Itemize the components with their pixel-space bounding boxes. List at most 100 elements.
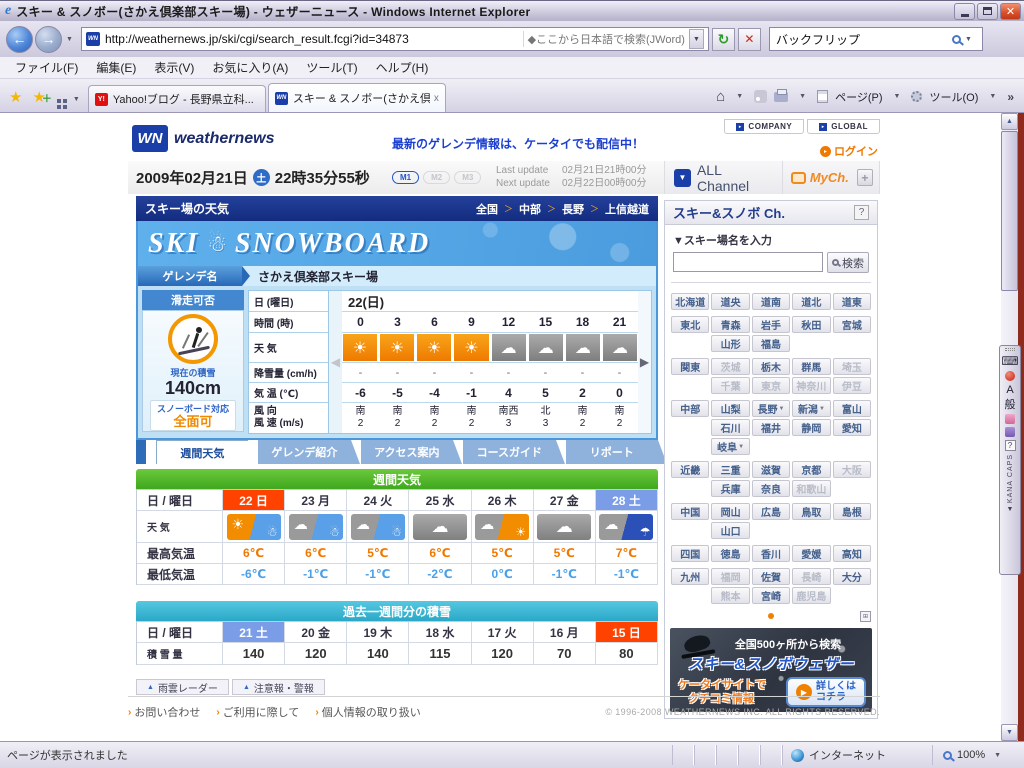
region-button[interactable]: 香川 — [751, 545, 791, 562]
region-button[interactable]: 島根 — [832, 503, 872, 520]
popout-icon[interactable]: ⊞ — [860, 611, 871, 622]
ski-search-input[interactable] — [673, 252, 823, 272]
browser-tab-active[interactable]: WN スキー & スノボー(さかえ倶... x — [267, 83, 446, 112]
mode-badge-m3[interactable]: M3 — [454, 171, 482, 184]
back-button[interactable]: ← — [6, 25, 33, 53]
region-button[interactable]: 長野 ▼ — [751, 400, 791, 417]
pager-dot-icon[interactable] — [768, 613, 774, 619]
url-field[interactable]: WN http://weathernews.jp/ski/cgi/search_… — [80, 27, 709, 51]
region-button[interactable]: 静岡 — [792, 419, 831, 436]
toggle-button[interactable]: ▲ 雨雲レーダー — [136, 679, 229, 695]
ime-language-bar[interactable]: ⌨ A 般 ? CAPS KANA ▼ — [999, 345, 1021, 575]
ski-search-button[interactable]: 検索 — [827, 252, 869, 273]
region-button[interactable]: 富山 — [832, 400, 872, 417]
region-button[interactable]: 九州 — [671, 568, 710, 585]
region-button[interactable]: 四国 — [671, 545, 710, 562]
stop-button[interactable]: ✕ — [737, 27, 761, 51]
quick-tabs-icon[interactable]: ▼ — [51, 96, 88, 112]
zoom-control[interactable]: 100% ▼ — [932, 745, 1024, 765]
ime-minimize-icon[interactable]: ▼ — [1007, 506, 1014, 513]
content-tab[interactable]: ゲレンデ紹介 — [258, 440, 361, 464]
region-button[interactable]: 福島 — [751, 335, 791, 352]
region-button[interactable]: 愛媛 — [792, 545, 831, 562]
region-button[interactable]: 関東 — [671, 358, 710, 375]
region-button[interactable]: 佐賀 — [751, 568, 791, 585]
favorites-star-icon[interactable]: ★ — [4, 88, 27, 112]
region-button[interactable]: 鳥取 — [792, 503, 831, 520]
company-button[interactable]: ▸ COMPANY — [724, 119, 805, 134]
menu-item[interactable]: 表示(V) — [145, 57, 203, 78]
region-button[interactable]: 新潟 ▼ — [792, 400, 831, 417]
zoom-dropdown-icon[interactable]: ▼ — [990, 752, 1005, 759]
page-menu[interactable]: ページ(P) — [835, 89, 882, 105]
tab-label[interactable]: スキー & スノボー(さかえ倶... — [293, 90, 430, 106]
breadcrumb-item[interactable]: 全国 — [476, 201, 498, 217]
add-favorite-icon[interactable]: ★ ＋ — [27, 88, 51, 112]
region-button[interactable]: 北海道 — [671, 293, 710, 310]
all-channel-button[interactable]: ▼ ALL Channel — [665, 161, 782, 194]
region-button[interactable]: 奈良 — [751, 480, 791, 497]
region-button[interactable]: 山口 — [711, 522, 750, 539]
region-button[interactable]: 三重 — [711, 461, 750, 478]
ime-tools-icon[interactable] — [1005, 427, 1015, 437]
content-tab-active[interactable]: 週間天気 — [155, 440, 257, 465]
toggle-button[interactable]: ▲ 注意報・警報 — [231, 679, 325, 695]
region-button[interactable]: 秋田 — [792, 316, 831, 333]
region-button[interactable]: 福井 — [751, 419, 791, 436]
global-button[interactable]: ▸ GLOBAL — [807, 119, 880, 134]
login-link[interactable]: ▸ ログイン — [820, 143, 878, 159]
home-icon[interactable]: ⌂ — [716, 88, 725, 105]
region-button[interactable]: 近畿 — [671, 461, 710, 478]
region-button[interactable]: 滋賀 — [751, 461, 791, 478]
home-dropdown-icon[interactable]: ▼ — [732, 93, 747, 100]
tools-gear-icon[interactable] — [911, 91, 923, 102]
weathernews-logo[interactable]: WN weathernews — [132, 125, 274, 152]
my-channel-button[interactable]: MyCh. — [781, 161, 857, 194]
scroll-right-arrow[interactable]: ▶ — [638, 291, 651, 433]
menu-item[interactable]: ヘルプ(H) — [367, 57, 438, 78]
region-button[interactable]: 京都 — [792, 461, 831, 478]
region-button[interactable]: 宮崎 — [751, 587, 791, 604]
print-icon[interactable] — [774, 88, 789, 102]
toolbar-overflow-icon[interactable]: » — [1007, 90, 1014, 104]
url-text[interactable]: http://weathernews.jp/ski/cgi/search_res… — [105, 32, 523, 46]
search-input[interactable]: バックフリップ — [776, 31, 952, 48]
breadcrumb-item[interactable]: 中部 — [519, 201, 541, 217]
menu-item[interactable]: お気に入り(A) — [203, 57, 297, 78]
region-button[interactable]: 中国 — [671, 503, 710, 520]
keyboard-icon[interactable]: ⌨ — [1001, 354, 1018, 368]
menu-item[interactable]: ファイル(F) — [6, 57, 87, 78]
maximize-button[interactable] — [977, 2, 998, 20]
help-button[interactable]: ? — [854, 205, 869, 220]
search-magnifier-icon[interactable] — [952, 34, 961, 44]
region-button[interactable]: 徳島 — [711, 545, 750, 562]
footer-link[interactable]: › ご利用に際して — [216, 704, 299, 720]
menu-item[interactable]: ツール(T) — [297, 57, 366, 78]
browser-tab-inactive[interactable]: Y! Yahoo!ブログ - 長野県立科... — [87, 85, 266, 112]
scroll-up-icon[interactable]: ▲ — [1001, 113, 1018, 130]
ime-input-mode[interactable]: A — [1006, 384, 1013, 396]
region-button[interactable]: 岩手 — [751, 316, 791, 333]
refresh-button[interactable]: ↻ — [711, 27, 735, 51]
tab-label[interactable]: Yahoo!ブログ - 長野県立科... — [113, 91, 259, 107]
region-button[interactable]: 道南 — [751, 293, 791, 310]
tools-dropdown-icon[interactable]: ▼ — [985, 93, 1000, 100]
region-button[interactable]: 山形 — [711, 335, 750, 352]
scroll-left-arrow[interactable]: ◀ — [329, 291, 342, 433]
ime-help-icon[interactable]: ? — [1004, 440, 1016, 451]
breadcrumb-item[interactable]: 長野 — [562, 201, 584, 217]
region-button[interactable]: 栃木 — [751, 358, 791, 375]
close-button[interactable]: ✕ — [1000, 2, 1021, 20]
feeds-icon[interactable] — [754, 90, 768, 103]
mode-badge-m1[interactable]: M1 — [392, 171, 420, 184]
minimize-button[interactable] — [954, 2, 975, 20]
footer-link[interactable]: › お問い合わせ — [128, 704, 200, 720]
page-icon[interactable] — [817, 90, 829, 103]
tools-menu[interactable]: ツール(O) — [929, 89, 978, 105]
tab-close-icon[interactable]: x — [430, 93, 439, 104]
region-button[interactable]: 道北 — [792, 293, 831, 310]
jword-dropdown-icon[interactable]: ▼ — [688, 29, 704, 49]
region-button[interactable]: 中部 — [671, 400, 710, 417]
forward-button[interactable]: → — [35, 25, 62, 53]
mode-badge-m2[interactable]: M2 — [423, 171, 451, 184]
